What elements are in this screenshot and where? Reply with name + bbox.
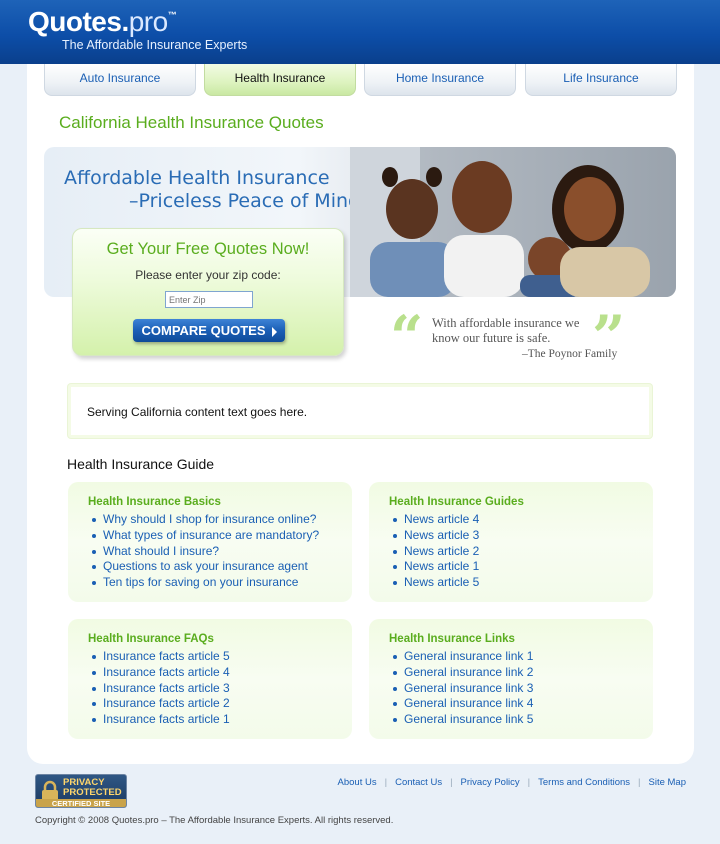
logo-trademark: ™ [167,10,177,20]
site-header: Quotes.pro™ The Affordable Insurance Exp… [0,0,720,64]
guide-link[interactable]: Why should I shop for insurance online? [88,512,319,528]
guide-section-guides: Health Insurance Guides News article 4 N… [369,482,653,602]
guide-link[interactable]: News article 1 [389,559,479,575]
footer-link-sitemap[interactable]: Site Map [649,777,687,788]
testimonial-line-1: With affordable insurance we [432,316,580,330]
guide-link[interactable]: What types of insurance are mandatory? [88,528,319,544]
site-logo[interactable]: Quotes.pro™ [28,6,177,38]
copyright-text: Copyright © 2008 Quotes.pro – The Afford… [35,815,394,826]
guide-link[interactable]: General insurance link 1 [389,649,533,665]
compare-quotes-button[interactable]: COMPARE QUOTES [133,319,285,342]
compare-quotes-label: COMPARE QUOTES [141,323,266,338]
guide-section-faqs: Health Insurance FAQs Insurance facts ar… [68,619,352,739]
guide-title: Health Insurance Guide [67,456,215,472]
guide-section-heading: Health Insurance FAQs [88,633,214,645]
guide-link[interactable]: Ten tips for saving on your insurance [88,575,319,591]
zip-prompt: Please enter your zip code: [135,268,281,282]
quote-form-heading: Get Your Free Quotes Now! [106,240,310,258]
serving-content-box: Serving California content text goes her… [68,384,652,438]
guide-link[interactable]: Insurance facts article 3 [88,681,230,697]
quote-form: Get Your Free Quotes Now! Please enter y… [72,228,344,356]
guide-link[interactable]: Insurance facts article 4 [88,665,230,681]
guide-link-list: Why should I shop for insurance online? … [88,512,319,591]
badge-line-2: PROTECTED [63,787,122,798]
testimonial-line-2: know our future is safe. [432,331,551,345]
guide-section-links: Health Insurance Links General insurance… [369,619,653,739]
guide-link[interactable]: General insurance link 3 [389,681,533,697]
footer-link-terms[interactable]: Terms and Conditions [538,777,630,788]
guide-link[interactable]: General insurance link 2 [389,665,533,681]
guide-link[interactable]: News article 2 [389,544,479,560]
guide-section-heading: Health Insurance Links [389,633,515,645]
footer-link-privacy[interactable]: Privacy Policy [461,777,520,788]
tab-health-insurance[interactable]: Health Insurance [204,64,356,96]
serving-text: Serving California content text goes her… [87,405,308,419]
guide-link[interactable]: General insurance link 5 [389,712,533,728]
guide-section-heading: Health Insurance Guides [389,496,524,508]
logo-name: Quotes. [28,6,129,37]
footer-separator: | [638,777,641,788]
guide-link-list: General insurance link 1 General insuran… [389,649,533,728]
testimonial-attribution: –The Poynor Family [522,348,618,360]
footer-link-contact[interactable]: Contact Us [395,777,442,788]
logo-suffix: pro [128,6,168,37]
privacy-badge[interactable]: PRIVACY PROTECTED CERTIFIED SITE [35,774,127,808]
footer-separator: | [384,777,388,788]
guide-section-basics: Health Insurance Basics Why should I sho… [68,482,352,602]
site-tagline: The Affordable Insurance Experts [62,38,248,52]
arrow-right-icon [271,326,277,337]
footer-separator: | [527,777,531,788]
guide-link[interactable]: Insurance facts article 1 [88,712,230,728]
hero-subheadline: –Priceless Peace of Mind. [129,190,367,212]
guide-link[interactable]: General insurance link 4 [389,696,533,712]
guide-link[interactable]: Insurance facts article 5 [88,649,230,665]
zip-input[interactable] [165,291,253,308]
guide-link[interactable]: News article 5 [389,575,479,591]
footer-nav: About Us | Contact Us | Privacy Policy | Terms… [338,777,686,788]
tab-life-insurance[interactable]: Life Insurance [525,64,677,96]
badge-line-3: CERTIFIED SITE [36,799,126,807]
guide-link[interactable]: What should I insure? [88,544,319,560]
guide-link[interactable]: News article 4 [389,512,479,528]
guide-section-heading: Health Insurance Basics [88,496,221,508]
tab-home-insurance[interactable]: Home Insurance [364,64,516,96]
testimonial-quote: With affordable insurance we know our fu… [432,316,579,346]
open-quote-icon: “ [390,303,424,371]
hero-headline: Affordable Health Insurance [64,167,330,189]
guide-link-list: Insurance facts article 5 Insurance fact… [88,649,230,728]
guide-link-list: News article 4 News article 3 News artic… [389,512,479,591]
page-title: California Health Insurance Quotes [59,113,324,132]
guide-link[interactable]: Questions to ask your insurance agent [88,559,319,575]
guide-link[interactable]: Insurance facts article 2 [88,696,230,712]
tab-auto-insurance[interactable]: Auto Insurance [44,64,196,96]
family-photo [350,147,676,297]
footer-link-about[interactable]: About Us [338,777,377,788]
guide-link[interactable]: News article 3 [389,528,479,544]
footer-separator: | [450,777,453,788]
